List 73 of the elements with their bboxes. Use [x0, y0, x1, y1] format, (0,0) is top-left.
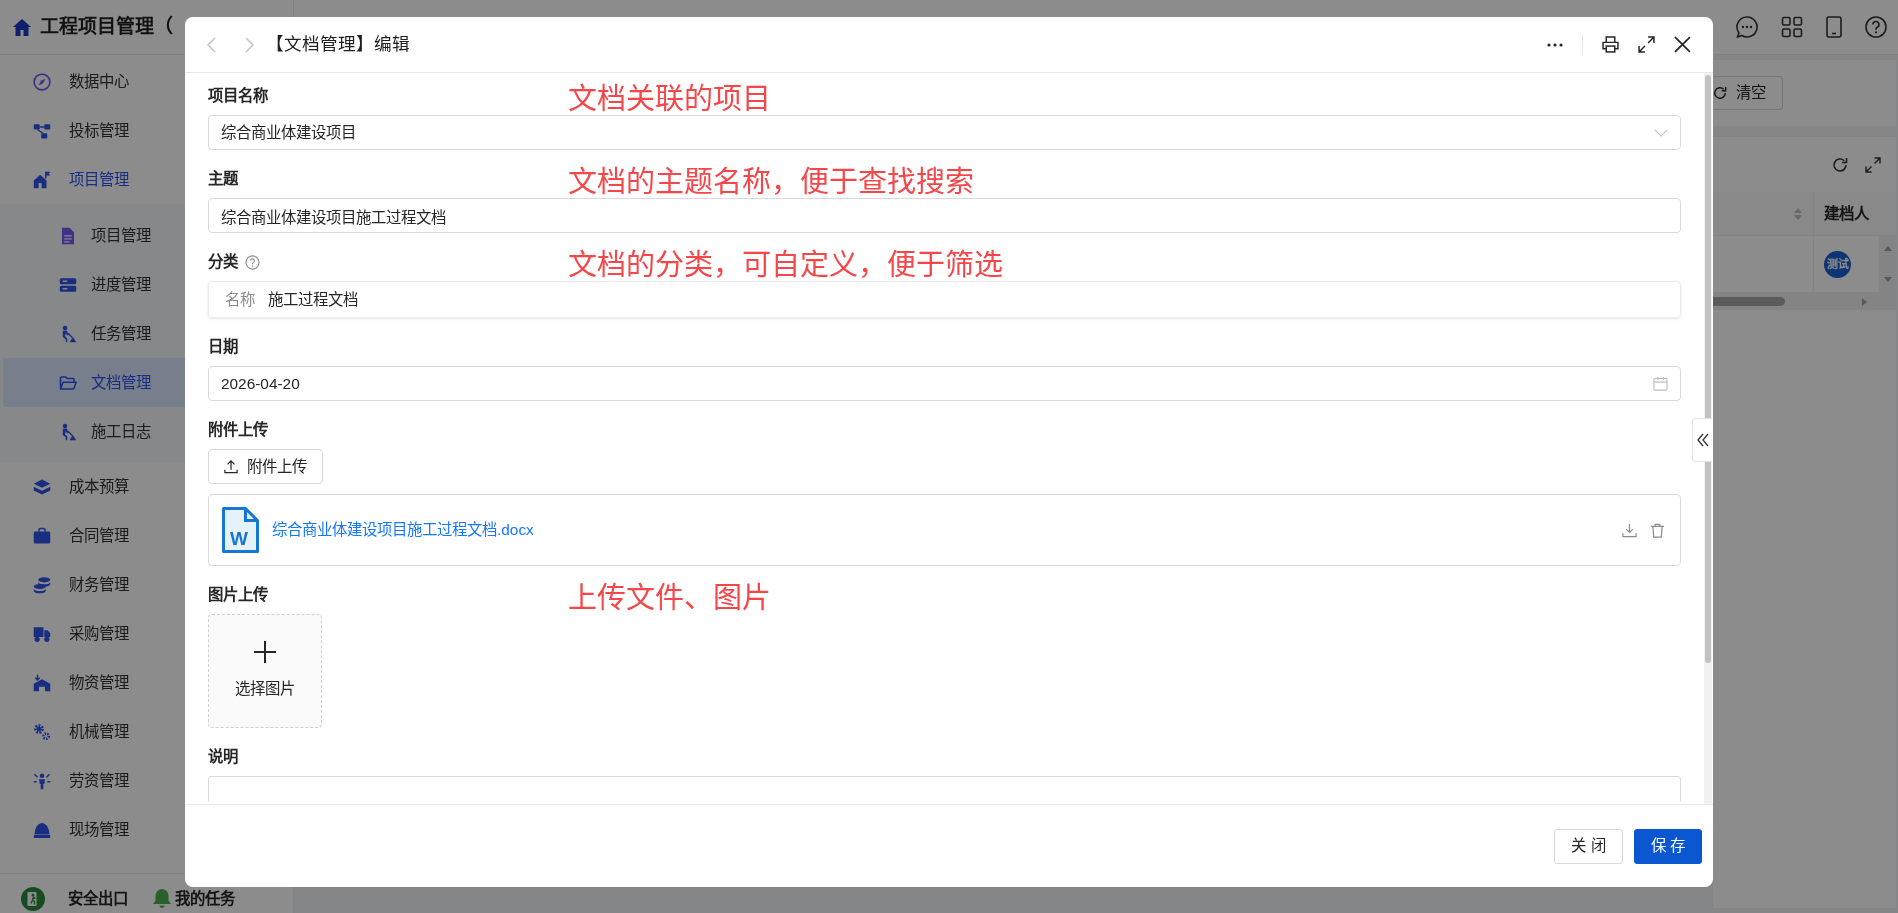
- field-label: 图片上传: [208, 585, 268, 605]
- subject-input[interactable]: 综合商业体建设项目施工过程文档: [208, 198, 1681, 233]
- file-link[interactable]: 综合商业体建设项目施工过程文档.docx: [272, 518, 534, 542]
- app-title: 工程项目管理（: [40, 14, 173, 39]
- field-prefix-label: 名称: [225, 289, 255, 310]
- field-label: 日期: [208, 337, 238, 357]
- stack-icon: [33, 477, 51, 496]
- double-chevron-left-icon: [1696, 433, 1709, 447]
- scrollbar-thumb[interactable]: [1713, 297, 1785, 306]
- close-button[interactable]: 关 闭: [1554, 828, 1623, 864]
- help-icon[interactable]: [1865, 16, 1887, 38]
- coins-icon: [33, 575, 51, 594]
- refresh-icon: [1713, 86, 1727, 100]
- scrollbar[interactable]: [1704, 73, 1712, 804]
- triangle-right-icon[interactable]: [1862, 297, 1867, 306]
- home-icon[interactable]: [12, 17, 32, 37]
- server-icon: [59, 275, 77, 294]
- annotation-text: 上传文件、图片: [568, 584, 771, 613]
- compass-icon: [33, 72, 51, 91]
- gears-icon: [33, 722, 51, 741]
- more-icon[interactable]: [1547, 42, 1563, 47]
- field-label: 说明: [208, 747, 238, 767]
- chevron-down-icon: [1654, 128, 1668, 137]
- annotation-text: 文档的分类，可自定义，便于筛选: [568, 251, 1003, 280]
- print-icon[interactable]: [1602, 36, 1619, 53]
- hierarchy-icon: [33, 121, 51, 140]
- annotation-text: 文档的主题名称，便于查找搜索: [568, 168, 974, 197]
- field-label: 项目名称: [208, 86, 268, 106]
- column-header: 建档人: [1824, 203, 1869, 224]
- scrollbar-thumb[interactable]: [1705, 75, 1711, 663]
- category-value: 施工过程文档: [268, 289, 358, 310]
- document-icon: [59, 226, 77, 245]
- grid-icon[interactable]: [1781, 16, 1803, 38]
- refresh-icon[interactable]: [1832, 156, 1848, 173]
- user-avatar: 测试: [1824, 250, 1851, 278]
- save-button[interactable]: 保 存: [1633, 828, 1702, 864]
- expand-icon[interactable]: [1638, 36, 1655, 53]
- mobile-phone-icon[interactable]: [1826, 16, 1842, 38]
- project-select[interactable]: 综合商业体建设项目: [208, 115, 1681, 150]
- horizontal-scrollbar[interactable]: [1713, 293, 1896, 310]
- category-field[interactable]: 名称 施工过程文档: [208, 281, 1681, 318]
- chat-icon[interactable]: [1736, 16, 1758, 38]
- helmet-icon: [33, 820, 51, 839]
- close-icon[interactable]: [1674, 36, 1691, 53]
- folder-icon: [59, 373, 77, 392]
- field-label: 附件上传: [208, 420, 268, 440]
- calendar-icon: [1653, 376, 1668, 391]
- clear-button[interactable]: 清空: [1713, 76, 1783, 110]
- triangle-up-icon[interactable]: [1883, 246, 1892, 251]
- plus-icon: [254, 641, 276, 664]
- image-upload-tile[interactable]: 选择图片: [208, 614, 322, 728]
- triangle-down-icon[interactable]: [1883, 277, 1892, 282]
- field-label: 主题: [208, 169, 238, 189]
- briefcase-icon: [33, 526, 51, 545]
- bell-icon: [153, 888, 171, 909]
- collapse-panel-button[interactable]: [1692, 418, 1712, 462]
- person-icon: [33, 771, 51, 790]
- sidebar-footer-link[interactable]: 安全出口: [21, 886, 128, 911]
- sidebar-footer-link[interactable]: 我的任务: [153, 888, 235, 909]
- date-picker[interactable]: 2026-04-20: [208, 366, 1681, 401]
- upload-icon: [224, 459, 238, 474]
- sidebar-item[interactable]: 现场管理: [0, 805, 293, 854]
- house-flag-icon: [33, 170, 51, 189]
- annotation-text: 文档关联的项目: [568, 85, 771, 114]
- word-file-icon: W: [222, 507, 259, 553]
- upload-button[interactable]: 附件上传: [208, 449, 323, 484]
- dialog-title: 【文档管理】编辑: [266, 33, 410, 57]
- help-icon[interactable]: [245, 254, 260, 270]
- delete-icon[interactable]: [1650, 522, 1665, 538]
- field-label: 分类: [208, 252, 238, 272]
- truck-icon: [33, 624, 51, 643]
- download-icon[interactable]: [1622, 522, 1637, 538]
- warehouse-icon: [33, 673, 51, 692]
